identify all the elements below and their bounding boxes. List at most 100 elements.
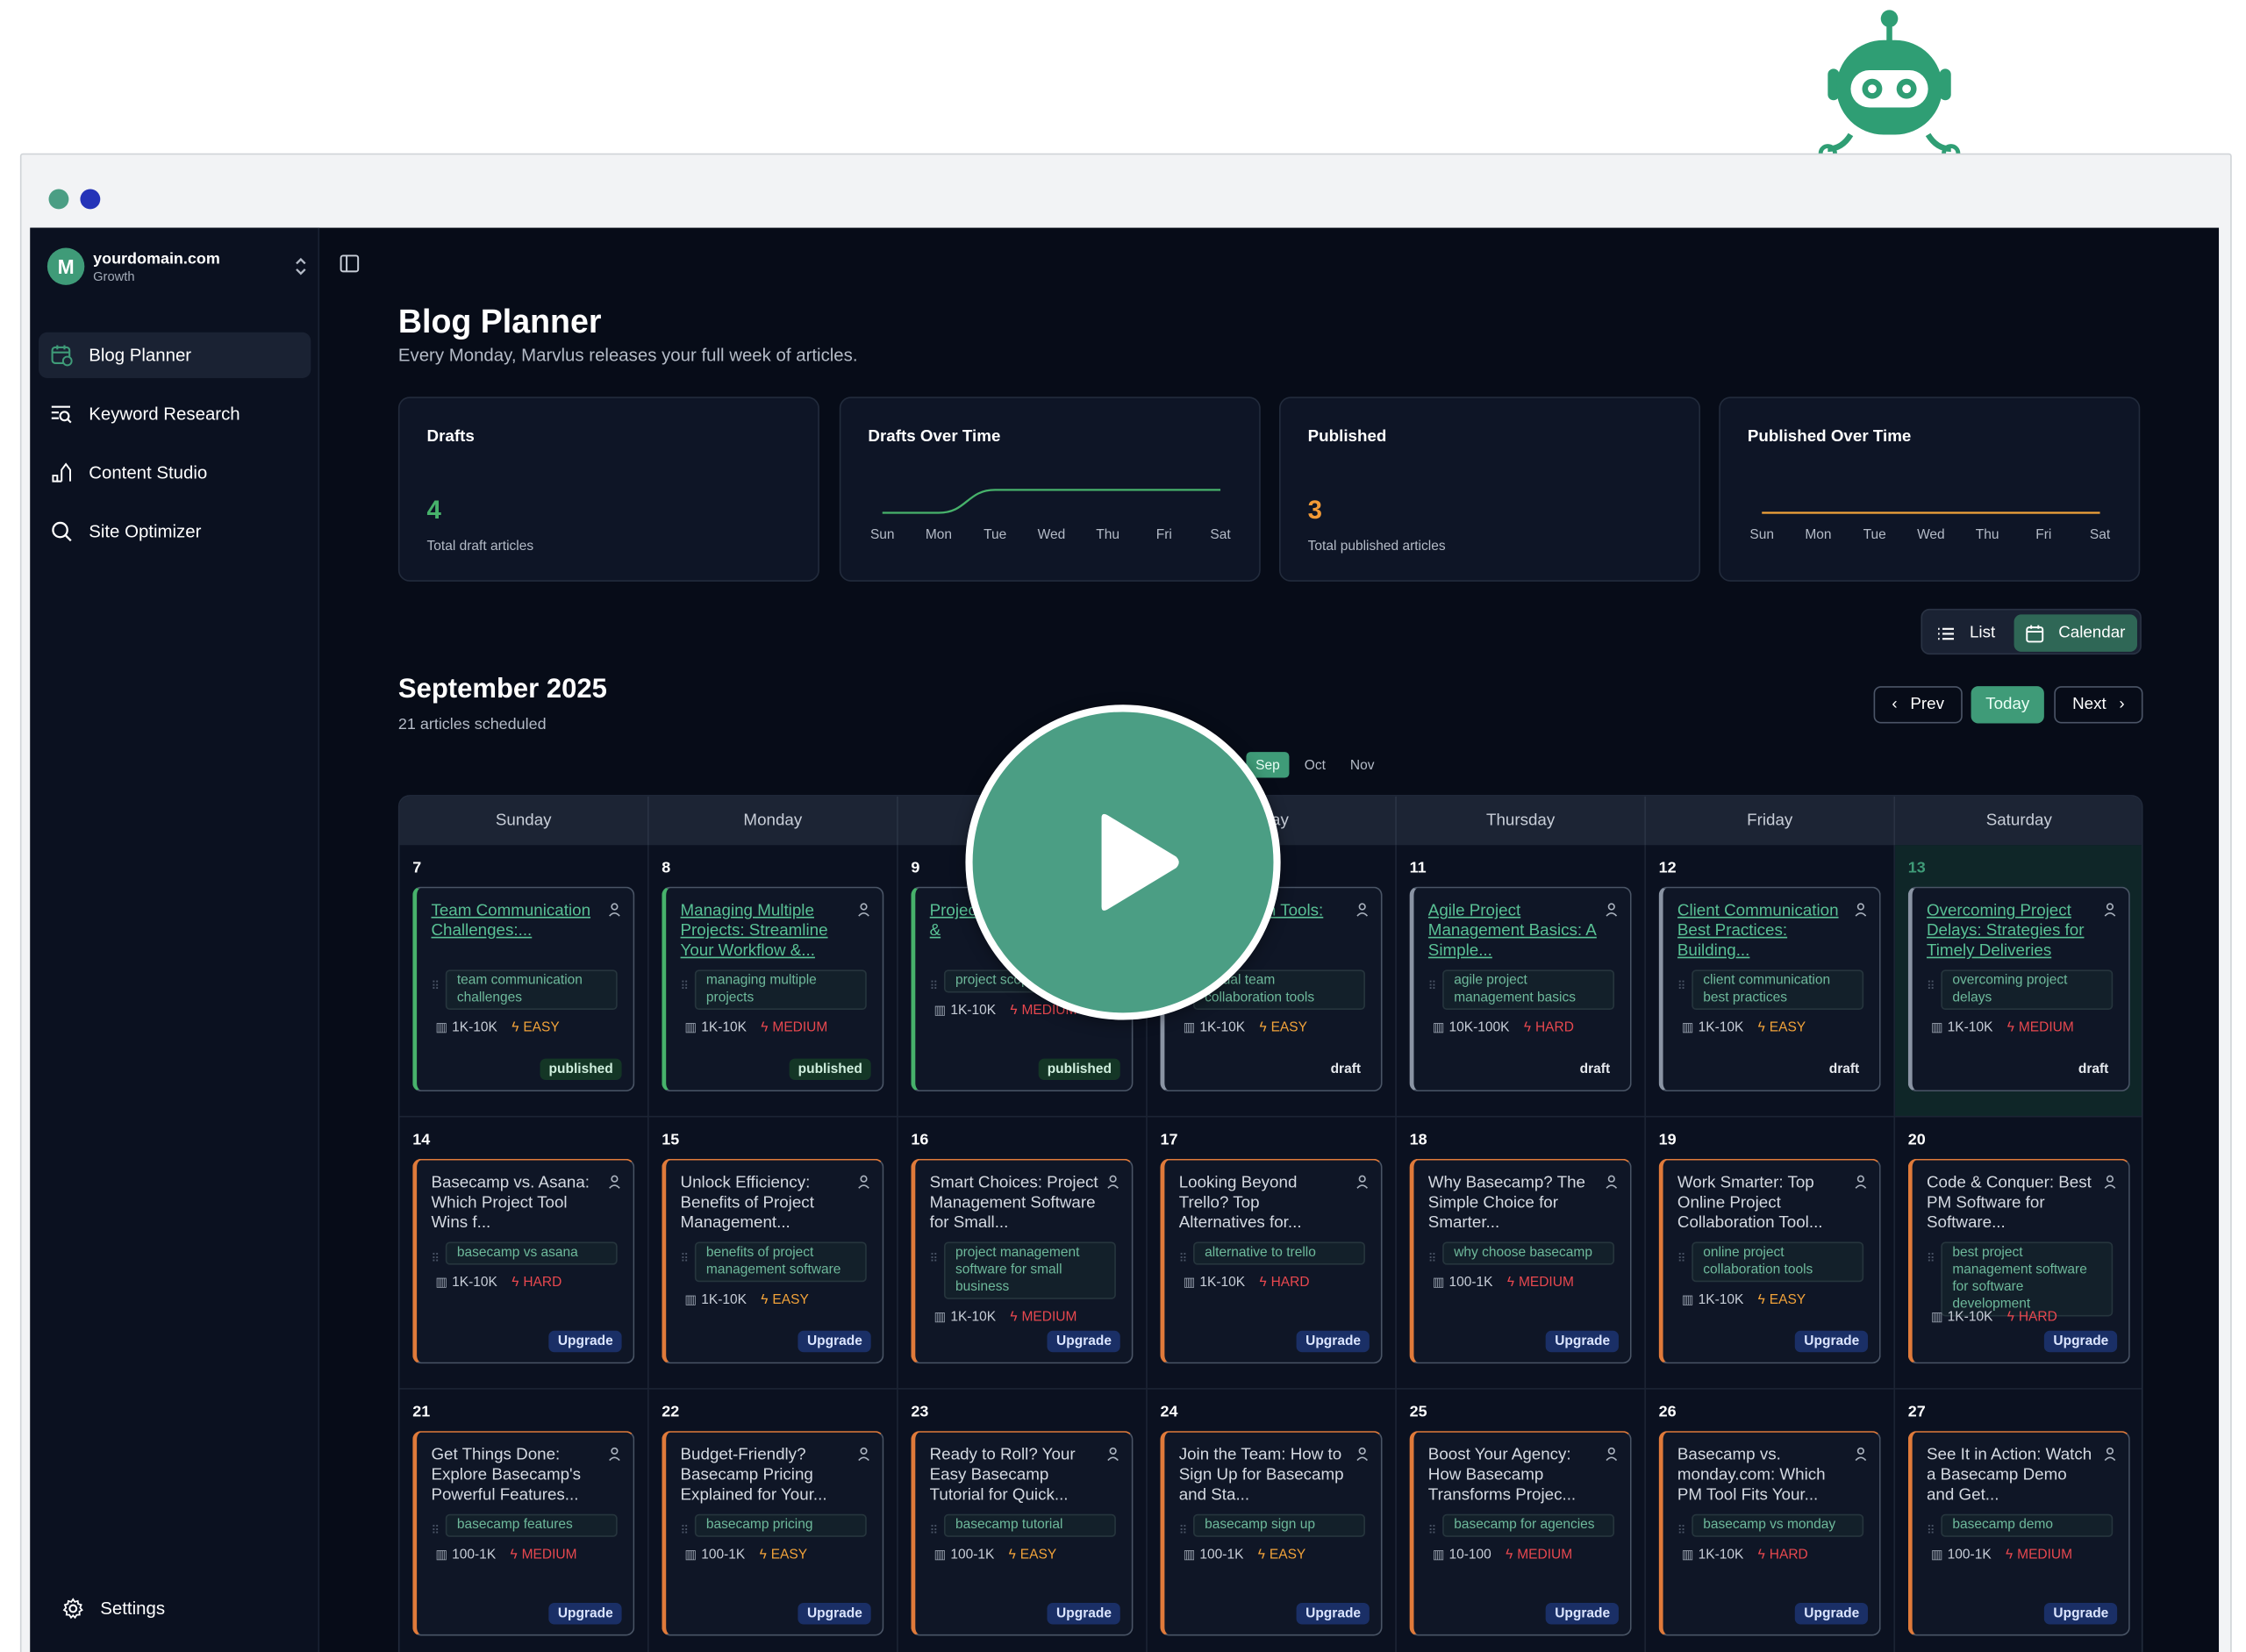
status-badge[interactable]: Upgrade (798, 1602, 871, 1625)
drag-handle-icon[interactable]: ⠿ (681, 1252, 690, 1265)
sidebar-item-site-optimizer[interactable]: Site Optimizer (39, 509, 311, 554)
person-icon[interactable] (1355, 1175, 1370, 1189)
status-badge[interactable]: Upgrade (1048, 1330, 1120, 1353)
status-badge[interactable]: Upgrade (1546, 1602, 1619, 1625)
status-badge[interactable]: Upgrade (1297, 1330, 1370, 1353)
today-button[interactable]: Today (1971, 686, 2044, 724)
calendar-day-cell[interactable]: 8 Managing Multiple Projects: Streamline … (648, 845, 898, 1118)
article-card[interactable]: Why Basecamp? The Simple Choice for Smar… (1409, 1158, 1632, 1364)
drag-handle-icon[interactable]: ⠿ (1927, 1524, 1935, 1537)
drag-handle-icon[interactable]: ⠿ (1927, 1252, 1935, 1265)
drag-handle-icon[interactable]: ⠿ (1428, 1524, 1437, 1537)
article-card[interactable]: See It in Action: Watch a Basecamp Demo … (1907, 1431, 2130, 1636)
calendar-day-cell[interactable]: 15 Unlock Efficiency: Benefits of Project… (648, 1117, 898, 1390)
article-card[interactable]: Code & Conquer: Best PM Software for Sof… (1907, 1158, 2130, 1364)
person-icon[interactable] (607, 1175, 621, 1189)
person-icon[interactable] (856, 1447, 870, 1462)
window-dot-green[interactable] (48, 189, 69, 210)
person-icon[interactable] (1605, 1447, 1619, 1462)
drag-handle-icon[interactable]: ⠿ (1179, 1524, 1188, 1537)
article-card[interactable]: Overcoming Project Delays: Strategies fo… (1907, 886, 2130, 1092)
article-card[interactable]: Client Communication Best Practices: Bui… (1658, 886, 1881, 1092)
status-badge[interactable]: Upgrade (1297, 1602, 1370, 1625)
calendar-day-cell[interactable]: 11 Agile Project Management Basics: A Sim… (1396, 845, 1646, 1118)
calendar-day-cell[interactable]: 26 Basecamp vs. monday.com: Which PM Tool… (1646, 1389, 1896, 1652)
sidebar-item-keyword-research[interactable]: Keyword Research (39, 391, 311, 437)
person-icon[interactable] (856, 903, 870, 917)
person-icon[interactable] (2103, 1175, 2117, 1189)
person-icon[interactable] (856, 1175, 870, 1189)
drag-handle-icon[interactable]: ⠿ (1677, 1252, 1686, 1265)
article-card[interactable]: Basecamp vs. Asana: Which Project Tool W… (412, 1158, 635, 1364)
article-title[interactable]: Managing Multiple Projects: Streamline Y… (681, 901, 850, 962)
article-title[interactable]: Smart Choices: Project Management Softwa… (930, 1173, 1099, 1234)
article-card[interactable]: Unlock Efficiency: Benefits of Project M… (662, 1158, 884, 1364)
calendar-day-cell[interactable]: 13 Overcoming Project Delays: Strategies … (1895, 845, 2142, 1118)
person-icon[interactable] (1105, 1447, 1119, 1462)
sidebar-item-blog-planner[interactable]: Blog Planner (39, 332, 311, 379)
status-badge[interactable]: Upgrade (1048, 1602, 1120, 1625)
article-title[interactable]: Boost Your Agency: How Basecamp Transfor… (1428, 1445, 1598, 1505)
calendar-day-cell[interactable]: 7 Team Communication Challenges:... ⠿ team … (399, 845, 649, 1118)
drag-handle-icon[interactable]: ⠿ (431, 1524, 440, 1537)
article-title[interactable]: See It in Action: Watch a Basecamp Demo … (1927, 1445, 2096, 1505)
article-title[interactable]: Work Smarter: Top Online Project Collabo… (1677, 1173, 1847, 1234)
drag-handle-icon[interactable]: ⠿ (930, 980, 939, 993)
person-icon[interactable] (1854, 1447, 1868, 1462)
status-badge[interactable]: Upgrade (549, 1602, 622, 1625)
video-play-button[interactable] (965, 704, 1281, 1020)
window-dot-blue[interactable] (80, 189, 101, 210)
sidebar-item-content-studio[interactable]: Content Studio (39, 450, 311, 496)
article-title[interactable]: Client Communication Best Practices: Bui… (1677, 901, 1847, 962)
article-card[interactable]: Looking Beyond Trello? Top Alternatives … (1160, 1158, 1383, 1364)
status-badge[interactable]: Upgrade (549, 1330, 622, 1353)
article-title[interactable]: Overcoming Project Delays: Strategies fo… (1927, 901, 2096, 962)
drag-handle-icon[interactable]: ⠿ (1428, 1252, 1437, 1265)
person-icon[interactable] (1605, 903, 1619, 917)
person-icon[interactable] (607, 903, 621, 917)
status-badge[interactable]: Upgrade (2044, 1330, 2118, 1353)
article-title[interactable]: Ready to Roll? Your Easy Basecamp Tutori… (930, 1445, 1099, 1505)
drag-handle-icon[interactable]: ⠿ (431, 980, 440, 993)
person-icon[interactable] (1105, 1175, 1119, 1189)
article-title[interactable]: Looking Beyond Trello? Top Alternatives … (1179, 1173, 1348, 1234)
month-pill-oct[interactable]: Oct (1293, 752, 1336, 777)
settings-button[interactable]: Settings (61, 1597, 165, 1620)
list-view-button[interactable]: List (1931, 616, 2014, 650)
calendar-day-cell[interactable]: 17 Looking Beyond Trello? Top Alternative… (1147, 1117, 1397, 1390)
calendar-day-cell[interactable]: 14 Basecamp vs. Asana: Which Project Tool… (399, 1117, 649, 1390)
drag-handle-icon[interactable]: ⠿ (1179, 1252, 1188, 1265)
calendar-day-cell[interactable]: 27 See It in Action: Watch a Basecamp Dem… (1895, 1390, 2142, 1652)
drag-handle-icon[interactable]: ⠿ (1428, 980, 1437, 993)
drag-handle-icon[interactable]: ⠿ (930, 1524, 939, 1537)
calendar-day-cell[interactable]: 24 Join the Team: How to Sign Up for Base… (1148, 1389, 1397, 1652)
person-icon[interactable] (1605, 1175, 1619, 1189)
status-badge[interactable]: Upgrade (1795, 1330, 1869, 1353)
article-card[interactable]: Ready to Roll? Your Easy Basecamp Tutori… (911, 1431, 1134, 1636)
article-card[interactable]: Team Communication Challenges:... ⠿ team c… (412, 886, 635, 1092)
status-badge[interactable]: Upgrade (1795, 1602, 1869, 1625)
article-card[interactable]: Smart Choices: Project Management Softwa… (911, 1158, 1134, 1364)
calendar-day-cell[interactable]: 18 Why Basecamp? The Simple Choice for Sm… (1396, 1117, 1646, 1390)
month-pill-nov[interactable]: Nov (1341, 752, 1384, 777)
sidebar-toggle-icon[interactable] (340, 254, 360, 274)
drag-handle-icon[interactable]: ⠿ (681, 1524, 690, 1537)
calendar-day-cell[interactable]: 23 Ready to Roll? Your Easy Basecamp Tuto… (898, 1389, 1148, 1652)
article-card[interactable]: Managing Multiple Projects: Streamline Y… (662, 886, 884, 1092)
person-icon[interactable] (2103, 903, 2117, 917)
workspace-switcher[interactable]: M yourdomain.com Growth (46, 245, 308, 288)
calendar-day-cell[interactable]: 25 Boost Your Agency: How Basecamp Transf… (1397, 1389, 1646, 1652)
person-icon[interactable] (1854, 903, 1868, 917)
article-card[interactable]: Basecamp vs. monday.com: Which PM Tool F… (1658, 1431, 1881, 1636)
calendar-day-cell[interactable]: 21 Get Things Done: Explore Basecamp's Po… (400, 1389, 649, 1652)
calendar-day-cell[interactable]: 12 Client Communication Best Practices: B… (1645, 845, 1896, 1118)
drag-handle-icon[interactable]: ⠿ (1677, 1524, 1686, 1537)
article-card[interactable]: Work Smarter: Top Online Project Collabo… (1658, 1158, 1881, 1364)
drag-handle-icon[interactable]: ⠿ (1677, 980, 1686, 993)
article-title[interactable]: Get Things Done: Explore Basecamp's Powe… (431, 1445, 600, 1505)
status-badge[interactable]: Upgrade (1546, 1330, 1619, 1353)
person-icon[interactable] (2103, 1447, 2117, 1462)
calendar-day-cell[interactable]: 16 Smart Choices: Project Management Soft… (898, 1117, 1148, 1390)
article-title[interactable]: Unlock Efficiency: Benefits of Project M… (681, 1173, 850, 1234)
article-title[interactable]: Basecamp vs. Asana: Which Project Tool W… (431, 1173, 600, 1234)
